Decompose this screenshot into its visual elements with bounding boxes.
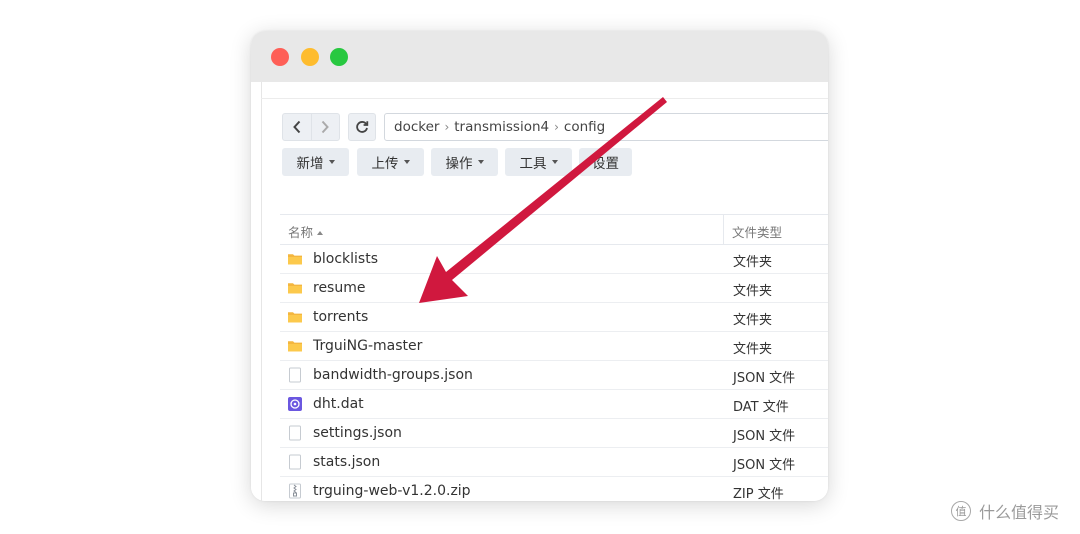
- file-type: ZIP 文件: [733, 487, 784, 501]
- window-content: docker › transmission4 › config 新增 上传 操作…: [251, 82, 828, 501]
- folder-icon: [287, 251, 303, 267]
- file-name: settings.json: [313, 425, 402, 441]
- breadcrumb-separator: ›: [444, 120, 450, 134]
- file-station-window: docker › transmission4 › config 新增 上传 操作…: [251, 31, 828, 501]
- watermark-badge: 值: [951, 501, 971, 521]
- file-name: dht.dat: [313, 396, 364, 412]
- table-row[interactable]: torrents 文件夹: [280, 303, 828, 332]
- upload-button[interactable]: 上传: [357, 148, 424, 176]
- file-name: bandwidth-groups.json: [313, 367, 473, 383]
- settings-label: 设置: [592, 156, 619, 172]
- breadcrumb-separator: ›: [554, 120, 559, 134]
- file-icon: [287, 367, 303, 383]
- file-name: torrents: [313, 309, 369, 325]
- column-name-label: 名称: [288, 225, 314, 240]
- folder-icon: [287, 280, 303, 296]
- refresh-button[interactable]: [348, 113, 376, 141]
- create-label: 新增: [296, 156, 324, 172]
- table-row[interactable]: bandwidth-groups.json JSON 文件: [280, 361, 828, 390]
- maximize-window-button[interactable]: [330, 48, 348, 66]
- close-window-button[interactable]: [271, 48, 289, 66]
- file-type: DAT 文件: [733, 400, 789, 415]
- table-row[interactable]: dht.dat DAT 文件: [280, 390, 828, 419]
- watermark-text: 什么值得买: [979, 503, 1060, 522]
- table-row[interactable]: TrguiNG-master 文件夹: [280, 332, 828, 361]
- sort-ascending-icon: [317, 231, 324, 235]
- caret-down-icon: [551, 160, 558, 164]
- file-type: 文件夹: [733, 313, 773, 328]
- breadcrumb-config[interactable]: config: [564, 119, 605, 135]
- table-row[interactable]: blocklists 文件夹: [280, 245, 828, 274]
- file-type: 文件夹: [733, 284, 773, 299]
- folder-icon: [287, 309, 303, 325]
- zip-file-icon: [287, 483, 303, 499]
- file-type: JSON 文件: [733, 371, 796, 386]
- column-header-name[interactable]: 名称: [288, 222, 324, 241]
- disk-image-icon: [287, 396, 303, 412]
- history-nav: [282, 113, 340, 141]
- caret-down-icon: [477, 160, 484, 164]
- chevron-right-icon: [322, 120, 330, 134]
- path-bar[interactable]: docker › transmission4 › config: [384, 113, 828, 141]
- file-name: blocklists: [313, 251, 379, 267]
- file-name: resume: [313, 280, 366, 296]
- watermark: 值 什么值得买: [951, 499, 1059, 523]
- action-label: 操作: [445, 156, 473, 172]
- file-name: TrguiNG-master: [313, 338, 423, 354]
- upload-label: 上传: [371, 156, 399, 172]
- refresh-icon: [356, 121, 369, 133]
- file-type: JSON 文件: [733, 458, 796, 473]
- table-header: 名称 文件类型: [280, 214, 828, 245]
- file-icon: [287, 454, 303, 470]
- file-type: 文件夹: [733, 342, 773, 357]
- create-button[interactable]: 新增: [282, 148, 349, 176]
- title-bar: [251, 31, 828, 82]
- table-row[interactable]: trguing-web-v1.2.0.zip ZIP 文件: [280, 477, 828, 501]
- file-type: JSON 文件: [733, 429, 796, 444]
- file-type: 文件夹: [733, 255, 773, 270]
- tools-label: 工具: [519, 156, 547, 172]
- file-name: trguing-web-v1.2.0.zip: [313, 483, 471, 499]
- caret-down-icon: [403, 160, 410, 164]
- sidebar-divider: [261, 82, 262, 501]
- table-row[interactable]: settings.json JSON 文件: [280, 419, 828, 448]
- settings-button[interactable]: 设置: [579, 148, 632, 176]
- action-button[interactable]: 操作: [431, 148, 498, 176]
- breadcrumb-docker[interactable]: docker: [394, 119, 439, 135]
- table-row[interactable]: resume 文件夹: [280, 274, 828, 303]
- file-name: stats.json: [313, 454, 381, 470]
- file-list: blocklists 文件夹 resume 文件夹 torrents 文件夹 TrguiNG…: [280, 245, 828, 501]
- minimize-window-button[interactable]: [301, 48, 319, 66]
- header-divider: [261, 98, 828, 99]
- tools-button[interactable]: 工具: [505, 148, 572, 176]
- column-divider[interactable]: [723, 215, 724, 244]
- column-header-type[interactable]: 文件类型: [732, 222, 782, 241]
- forward-button[interactable]: [310, 114, 340, 140]
- file-icon: [287, 425, 303, 441]
- chevron-left-icon: [292, 120, 300, 134]
- folder-icon: [287, 338, 303, 354]
- back-button[interactable]: [283, 114, 311, 140]
- breadcrumb-transmission4[interactable]: transmission4: [454, 119, 549, 135]
- caret-down-icon: [328, 160, 335, 164]
- table-row[interactable]: stats.json JSON 文件: [280, 448, 828, 477]
